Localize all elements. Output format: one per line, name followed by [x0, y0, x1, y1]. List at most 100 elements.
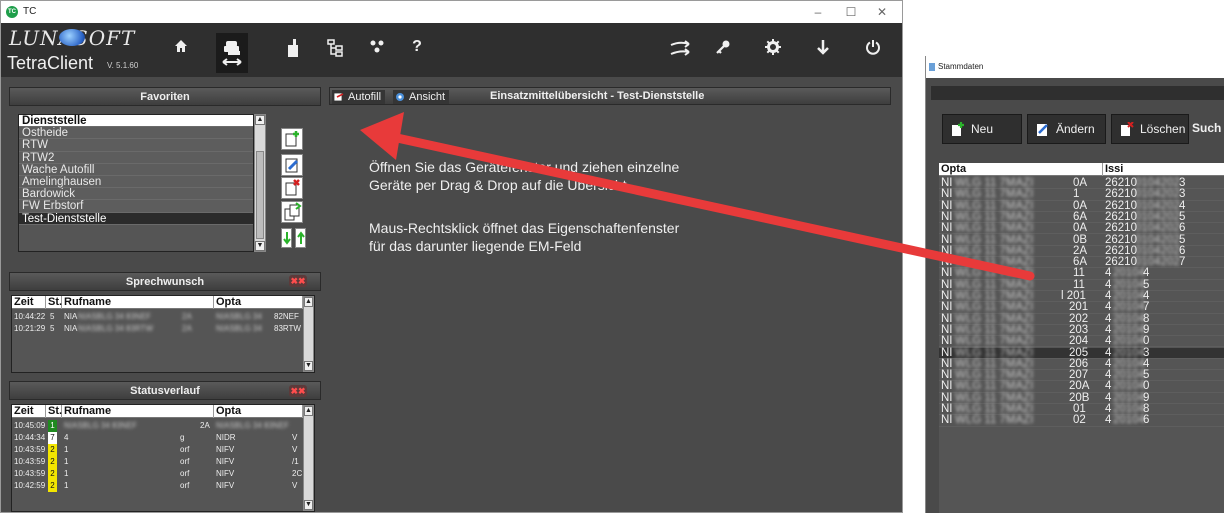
table-row[interactable]: NI WLG 11 7MAZI 201 4 20104 7 — [939, 302, 1224, 314]
favorite-item[interactable]: FW Erbstorf — [19, 200, 253, 213]
favorite-item[interactable]: RTW2 — [19, 151, 253, 164]
minimize-button[interactable]: – — [803, 3, 833, 21]
scroll-up-icon[interactable]: ▲ — [304, 297, 313, 307]
stammdaten-header-bar — [931, 86, 1224, 100]
autofill-button[interactable]: Autofill — [332, 90, 386, 104]
favorite-item[interactable]: Test-Dienststelle — [19, 212, 253, 225]
favorite-item[interactable]: Bardowick — [19, 188, 253, 201]
column-rufname[interactable]: Rufname — [62, 405, 214, 418]
statusverlauf-scrollbar[interactable]: ▲ ▼ — [303, 405, 314, 511]
instruction-line: für das darunter liegende EM-Feld — [369, 238, 582, 254]
power-button[interactable] — [857, 33, 889, 67]
stammdaten-window: Stammdaten Neu Ändern Löschen Such Opta … — [925, 56, 1224, 513]
favorite-item[interactable]: Amelinghausen — [19, 175, 253, 189]
scroll-up-icon[interactable]: ▲ — [304, 406, 313, 416]
table-row[interactable]: 10:44:34 7 4 g NIDR V — [12, 432, 303, 444]
edit-button[interactable]: Ändern — [1027, 114, 1106, 144]
column-opta[interactable]: Opta — [214, 405, 303, 418]
table-row[interactable]: NI WLG 11 7MAZI 11 4 20104 4 — [939, 267, 1224, 280]
scroll-thumb[interactable] — [256, 151, 264, 239]
main-toolbar: LUNASOFT TetraClient V. 5.1.60 ? — [1, 23, 902, 77]
delete-button[interactable]: Löschen — [1111, 114, 1189, 144]
sprechwunsch-table-header: Zeit St. Rufname Opta — [12, 296, 303, 309]
ansicht-label: Ansicht — [409, 91, 446, 103]
clear-statusverlauf-button[interactable]: ✖✖ — [289, 385, 307, 397]
scroll-down-icon[interactable]: ▼ — [304, 500, 313, 510]
favorite-item[interactable]: Ostheide — [19, 127, 253, 140]
favorite-item[interactable]: Wache Autofill — [19, 163, 253, 176]
maximize-button[interactable]: ☐ — [836, 3, 866, 21]
cell-opta-end: 0A — [1073, 222, 1088, 235]
table-row[interactable]: NI WLG 11 7MAZI 02 4 20104 6 — [939, 414, 1224, 427]
cell-issi-blurred: 0104202 — [1135, 188, 1180, 201]
settings-button[interactable] — [757, 33, 789, 67]
device-button[interactable] — [277, 33, 309, 67]
favorites-list[interactable]: Dienststelle Ostheide RTW RTW2 Wache Autofil… — [18, 114, 254, 252]
cell-issi-start: 26210 — [1105, 233, 1137, 246]
table-row[interactable]: NI WLG 11 7MAZI 0A 26210 0104202 6 — [939, 222, 1224, 235]
favorite-item[interactable]: RTW — [19, 139, 253, 152]
column-zeit[interactable]: Zeit — [12, 405, 46, 418]
search-label: Such — [1192, 121, 1222, 135]
scroll-down-icon[interactable]: ▼ — [304, 361, 313, 371]
cell-issi-end: 6 — [1143, 414, 1150, 427]
cell-opta-start: NI — [941, 312, 953, 325]
table-row[interactable]: NI WLG 11 7MAZI 1 26210 0104202 3 — [939, 188, 1224, 201]
cell-opta-end: 02 — [1073, 414, 1086, 427]
close-button[interactable]: ✕ — [867, 3, 897, 21]
home-button[interactable] — [165, 33, 197, 67]
column-zeit[interactable]: Zeit — [12, 296, 46, 309]
app-name: TetraClient — [7, 53, 94, 73]
key-button[interactable] — [707, 33, 739, 67]
table-row[interactable]: NI WLG 11 7MAZI 20A 4 20104 0 — [939, 381, 1224, 393]
download-button[interactable] — [807, 33, 839, 67]
groups-button[interactable] — [361, 33, 393, 67]
table-row[interactable]: 10:42:59 2 1 orf NIFV V — [12, 480, 303, 492]
stammdaten-table-header: Opta Issi — [939, 163, 1224, 176]
cell-issi-blurred: 0104202 — [1135, 222, 1180, 235]
sprechwunsch-scrollbar[interactable]: ▲ ▼ — [303, 296, 314, 372]
table-row[interactable]: NI WLG 11 7MAZI 204 4 20104 0 — [939, 335, 1224, 348]
sprechwunsch-header: Sprechwunsch — [9, 272, 321, 291]
move-down-button[interactable] — [281, 228, 292, 248]
column-rufname[interactable]: Rufname — [62, 296, 214, 309]
copy-favorite-button[interactable] — [281, 201, 303, 223]
view-icon — [396, 93, 404, 101]
home-icon — [175, 40, 187, 52]
column-status[interactable]: St. — [46, 405, 62, 418]
clear-sprechwunsch-button[interactable]: ✖✖ — [289, 275, 307, 287]
column-issi[interactable]: Issi — [1103, 163, 1224, 176]
transfer-button[interactable] — [665, 33, 697, 67]
status-badge: 1 — [48, 420, 57, 432]
move-up-button[interactable] — [295, 228, 306, 248]
scroll-up-icon[interactable]: ▲ — [255, 115, 265, 125]
table-row[interactable]: 10:44:22 5 NIA NIASBLG 34 83NEF 2A NIASBLG 34… — [12, 311, 303, 323]
edit-favorite-button[interactable] — [281, 154, 303, 176]
scroll-down-icon[interactable]: ▼ — [255, 241, 265, 251]
add-favorite-button[interactable] — [281, 128, 303, 150]
cell-issi-end: 5 — [1179, 233, 1186, 246]
logo-globe-icon — [59, 29, 85, 46]
table-row[interactable]: 10:21:29 5 NIA NIASBLG 34 83RTW 2A NIASBLG 34… — [12, 323, 303, 335]
delete-favorite-button[interactable] — [281, 177, 303, 199]
column-opta[interactable]: Opta — [214, 296, 303, 309]
cell-rufname-mid: 2A — [200, 421, 210, 430]
cell-rufname: 1 — [64, 457, 69, 466]
column-opta[interactable]: Opta — [939, 163, 1103, 176]
help-button[interactable]: ? — [401, 33, 433, 67]
cell-rufname-blurred: NIASBLG 34 83NEF — [78, 312, 151, 321]
table-row[interactable]: 10:43:59 2 1 orf NIFV 2C — [12, 468, 303, 480]
cell-opta-start: NI — [941, 267, 953, 280]
table-row[interactable]: 10:45:09 1 NIASBLG 34 83NEF 2A NIASBLG 34 83… — [12, 420, 303, 432]
column-status[interactable]: St. — [46, 296, 62, 309]
new-button[interactable]: Neu — [942, 114, 1022, 144]
table-row[interactable]: 10:43:59 2 1 orf NIFV/1 — [12, 456, 303, 468]
table-row[interactable]: 10:43:59 2 1 orf NIFV V — [12, 444, 303, 456]
ansicht-button[interactable]: Ansicht — [393, 90, 450, 104]
vehicle-exchange-button[interactable] — [216, 33, 248, 73]
favorites-scrollbar[interactable]: ▲ ▼ — [254, 114, 266, 252]
favorite-item[interactable]: Dienststelle — [19, 115, 253, 128]
cell-issi-start: 4 — [1105, 335, 1112, 348]
tree-structure-button[interactable] — [319, 33, 351, 67]
cell-rufname-blurred: NIASBLG 34 83RTW — [78, 324, 153, 333]
